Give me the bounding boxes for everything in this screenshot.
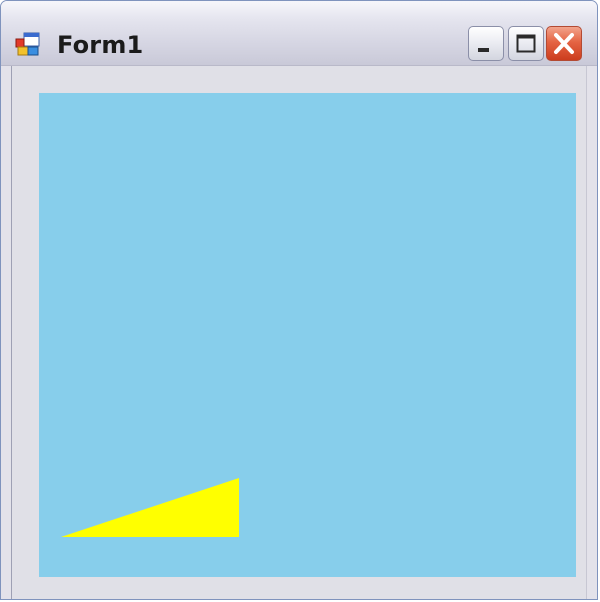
title-bar[interactable]: Form1: [1, 1, 597, 66]
maximize-icon: [516, 34, 536, 53]
close-button[interactable]: [546, 26, 582, 61]
drawing-panel: [39, 93, 576, 577]
yellow-triangle: [61, 478, 239, 537]
window-title: Form1: [57, 31, 144, 59]
close-icon: [554, 33, 574, 54]
triangle-drawing: [61, 478, 239, 537]
minimize-button[interactable]: [468, 26, 504, 61]
maximize-button[interactable]: [508, 26, 544, 61]
form-app-icon[interactable]: [15, 32, 41, 56]
minimize-icon: [478, 48, 489, 52]
